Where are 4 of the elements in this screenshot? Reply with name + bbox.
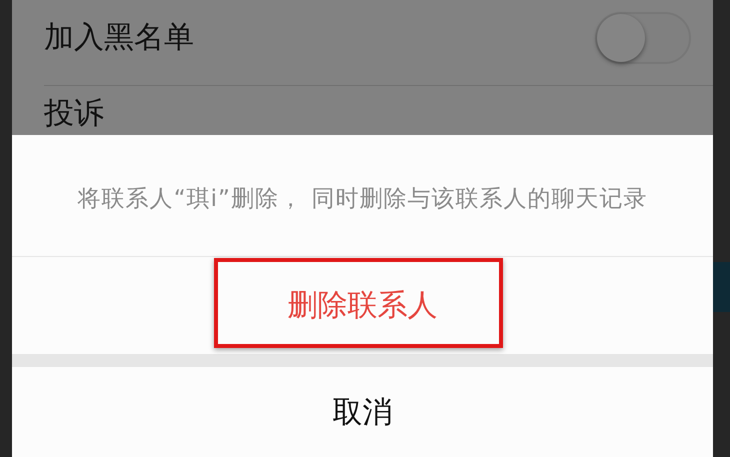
confirmation-message: 将联系人“琪i”删除， 同时删除与该联系人的聊天记录	[78, 185, 648, 214]
setting-label: 投诉	[44, 99, 104, 129]
setting-label: 加入黑名单	[44, 22, 194, 52]
toggle-switch[interactable]	[595, 12, 691, 64]
